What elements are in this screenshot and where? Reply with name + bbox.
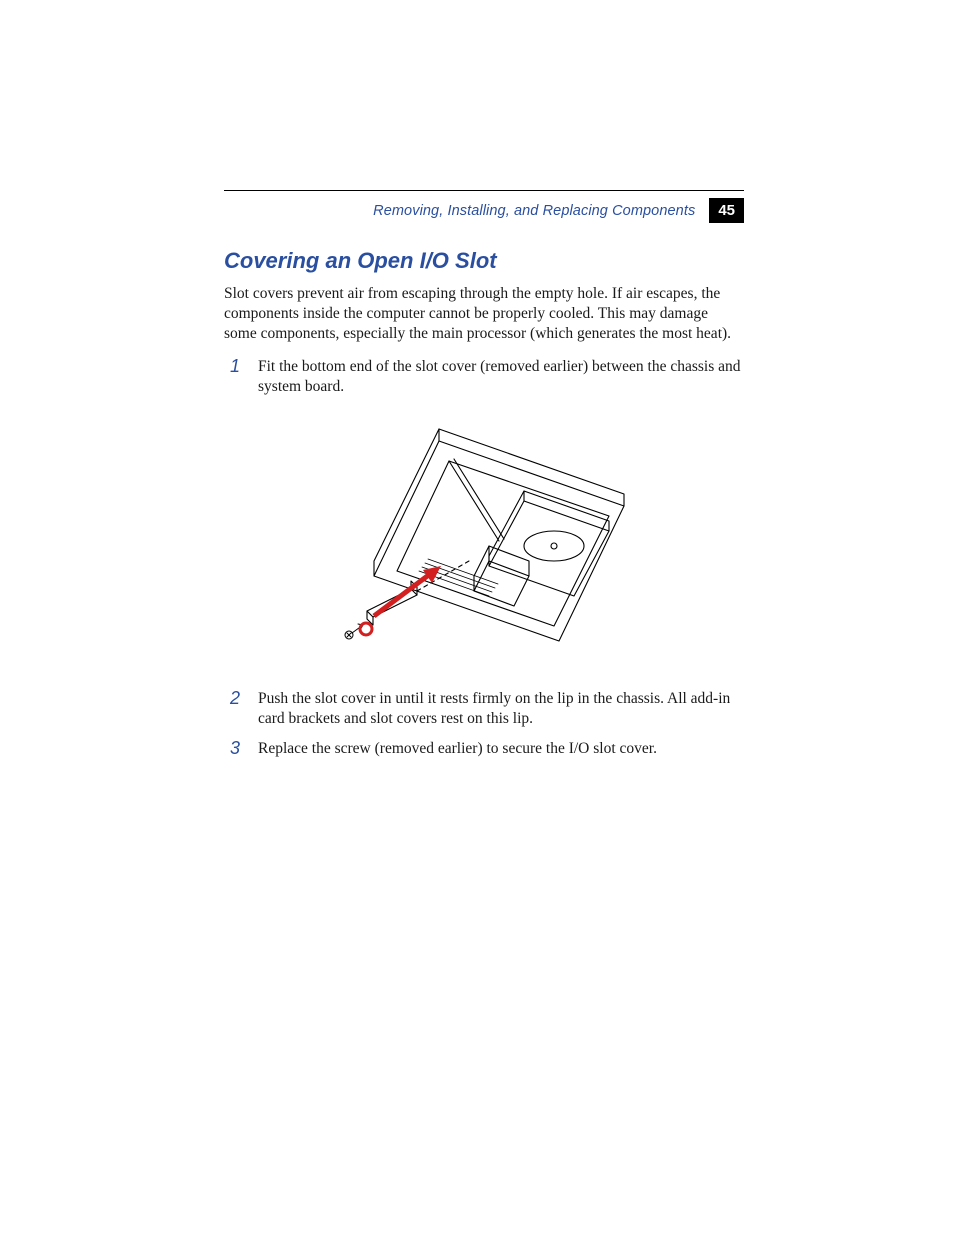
- content-area: Covering an Open I/O Slot Slot covers pr…: [224, 248, 744, 769]
- section-heading: Covering an Open I/O Slot: [224, 248, 744, 274]
- header-rule: [224, 190, 744, 191]
- step-item: Push the slot cover in until it rests fi…: [224, 689, 744, 729]
- running-title: Removing, Installing, and Replacing Comp…: [373, 203, 695, 219]
- page: Removing, Installing, and Replacing Comp…: [0, 0, 954, 1235]
- running-header: Removing, Installing, and Replacing Comp…: [373, 198, 744, 223]
- step-item: Fit the bottom end of the slot cover (re…: [224, 357, 744, 397]
- page-number-box: 45: [709, 198, 744, 223]
- step-item: Replace the screw (removed earlier) to s…: [224, 739, 744, 759]
- chassis-illustration: [319, 411, 649, 671]
- figure: [224, 411, 744, 671]
- intro-paragraph: Slot covers prevent air from escaping th…: [224, 284, 744, 343]
- steps-list-continued: Push the slot cover in until it rests fi…: [224, 689, 744, 758]
- steps-list: Fit the bottom end of the slot cover (re…: [224, 357, 744, 397]
